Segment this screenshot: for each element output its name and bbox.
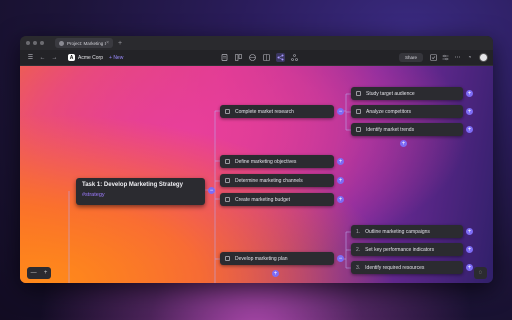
notification-bell-icon[interactable]: ◔: [465, 53, 474, 62]
add-child-icon[interactable]: +: [466, 108, 473, 115]
maximize-window-dot[interactable]: [40, 41, 44, 45]
more-options-icon[interactable]: ⋯: [453, 53, 462, 62]
view-switcher: [220, 53, 304, 62]
sidebar-toggle-icon[interactable]: ☰: [26, 53, 35, 62]
checkbox-icon[interactable]: [225, 109, 230, 114]
workspace-name[interactable]: Acme Corp: [78, 55, 103, 61]
branch-label: Develop marketing plan: [235, 255, 288, 262]
mindmap-canvas[interactable]: Task 1: Develop Marketing Strategy #stra…: [20, 66, 493, 283]
tab-favicon-icon: [59, 40, 64, 46]
branch-node[interactable]: Create marketing budget: [220, 193, 334, 206]
zoom-control: — +: [27, 267, 51, 279]
share-button[interactable]: Share: [398, 53, 423, 62]
branch-node[interactable]: Determine marketing channels: [220, 174, 334, 187]
checkbox-icon[interactable]: [225, 159, 230, 164]
kanban-view-icon[interactable]: [234, 53, 243, 62]
checkbox-icon[interactable]: [225, 256, 230, 261]
chat-icon[interactable]: ◌: [474, 267, 487, 279]
new-tab-button[interactable]: +: [118, 40, 122, 47]
checkbox-icon[interactable]: [356, 109, 361, 114]
child-label: Identify market trends: [366, 126, 415, 133]
mindmap-view-icon[interactable]: [276, 53, 285, 62]
toolbar: ☰ ← → A Acme Corp + New Share ⋯ ◔: [20, 50, 493, 66]
new-button[interactable]: + New: [109, 55, 123, 61]
branch-node[interactable]: Define marketing objectives: [220, 155, 334, 168]
branch-node[interactable]: Develop marketing plan: [220, 252, 334, 265]
table-view-icon[interactable]: [262, 53, 271, 62]
child-label: Study target audience: [366, 90, 415, 97]
child-label: Identify required resources: [365, 264, 425, 271]
add-child-icon[interactable]: +: [466, 246, 473, 253]
research-child-node[interactable]: Study target audience: [351, 87, 463, 100]
workspace-logo: A: [68, 54, 75, 61]
branch-label: Determine marketing channels: [235, 177, 303, 184]
app-window: Project: Marketing St... × + ☰ ← → A Acm…: [20, 36, 493, 283]
add-sibling-icon[interactable]: +: [400, 140, 407, 147]
checkbox-icon[interactable]: [356, 127, 361, 132]
branch-label: Create marketing budget: [235, 196, 291, 203]
research-child-node[interactable]: Identify market trends: [351, 123, 463, 136]
add-child-icon[interactable]: +: [466, 90, 473, 97]
branch-label: Define marketing objectives: [235, 158, 297, 165]
close-window-dot[interactable]: [26, 41, 30, 45]
collapse-branch-icon[interactable]: −: [337, 108, 344, 115]
plan-child-node[interactable]: 1. Outline marketing campaigns: [351, 225, 463, 238]
branch-node[interactable]: Complete market research: [220, 105, 334, 118]
minimize-window-dot[interactable]: [33, 41, 37, 45]
right-tools: Share ⋯ ◔: [398, 53, 488, 62]
add-child-icon[interactable]: +: [466, 264, 473, 271]
zoom-in-icon[interactable]: +: [44, 270, 48, 276]
root-node[interactable]: Task 1: Develop Marketing Strategy #stra…: [76, 178, 205, 205]
child-label: Analyze competitors: [366, 108, 412, 115]
calendar-view-icon[interactable]: [248, 53, 257, 62]
filter-sliders-icon[interactable]: [441, 53, 450, 62]
list-number: 3.: [356, 264, 361, 271]
branch-label: Complete market research: [235, 108, 294, 115]
collapse-branch-icon[interactable]: −: [337, 255, 344, 262]
tab-title: Project: Marketing St...: [67, 40, 106, 46]
research-child-node[interactable]: Analyze competitors: [351, 105, 463, 118]
child-label: Set key performance indicators: [365, 246, 435, 253]
checklist-icon[interactable]: [429, 53, 438, 62]
add-sibling-icon[interactable]: +: [272, 270, 279, 277]
expand-branch-icon[interactable]: +: [337, 177, 344, 184]
back-arrow-icon[interactable]: ←: [38, 53, 47, 62]
root-collapse-icon[interactable]: −: [208, 187, 215, 194]
expand-branch-icon[interactable]: +: [337, 158, 344, 165]
zoom-out-icon[interactable]: —: [31, 270, 37, 276]
add-child-icon[interactable]: +: [466, 228, 473, 235]
user-avatar[interactable]: [479, 53, 488, 62]
child-label: Outline marketing campaigns: [365, 228, 430, 235]
plan-child-node[interactable]: 3. Identify required resources: [351, 261, 463, 274]
browser-tab[interactable]: Project: Marketing St... ×: [55, 38, 113, 48]
checkbox-icon[interactable]: [356, 91, 361, 96]
forward-arrow-icon[interactable]: →: [50, 53, 59, 62]
plan-child-node[interactable]: 2. Set key performance indicators: [351, 243, 463, 256]
graph-view-icon[interactable]: [290, 53, 299, 62]
checkbox-icon[interactable]: [225, 178, 230, 183]
checkbox-icon[interactable]: [225, 197, 230, 202]
list-number: 2.: [356, 246, 361, 253]
list-number: 1.: [356, 228, 361, 235]
document-view-icon[interactable]: [220, 53, 229, 62]
root-node-title: Task 1: Develop Marketing Strategy: [82, 182, 183, 188]
expand-branch-icon[interactable]: +: [337, 196, 344, 203]
root-node-tag[interactable]: #strategy: [82, 192, 199, 198]
add-child-icon[interactable]: +: [466, 126, 473, 133]
title-bar: Project: Marketing St... × +: [20, 36, 493, 50]
tab-close-icon[interactable]: ×: [106, 40, 109, 46]
